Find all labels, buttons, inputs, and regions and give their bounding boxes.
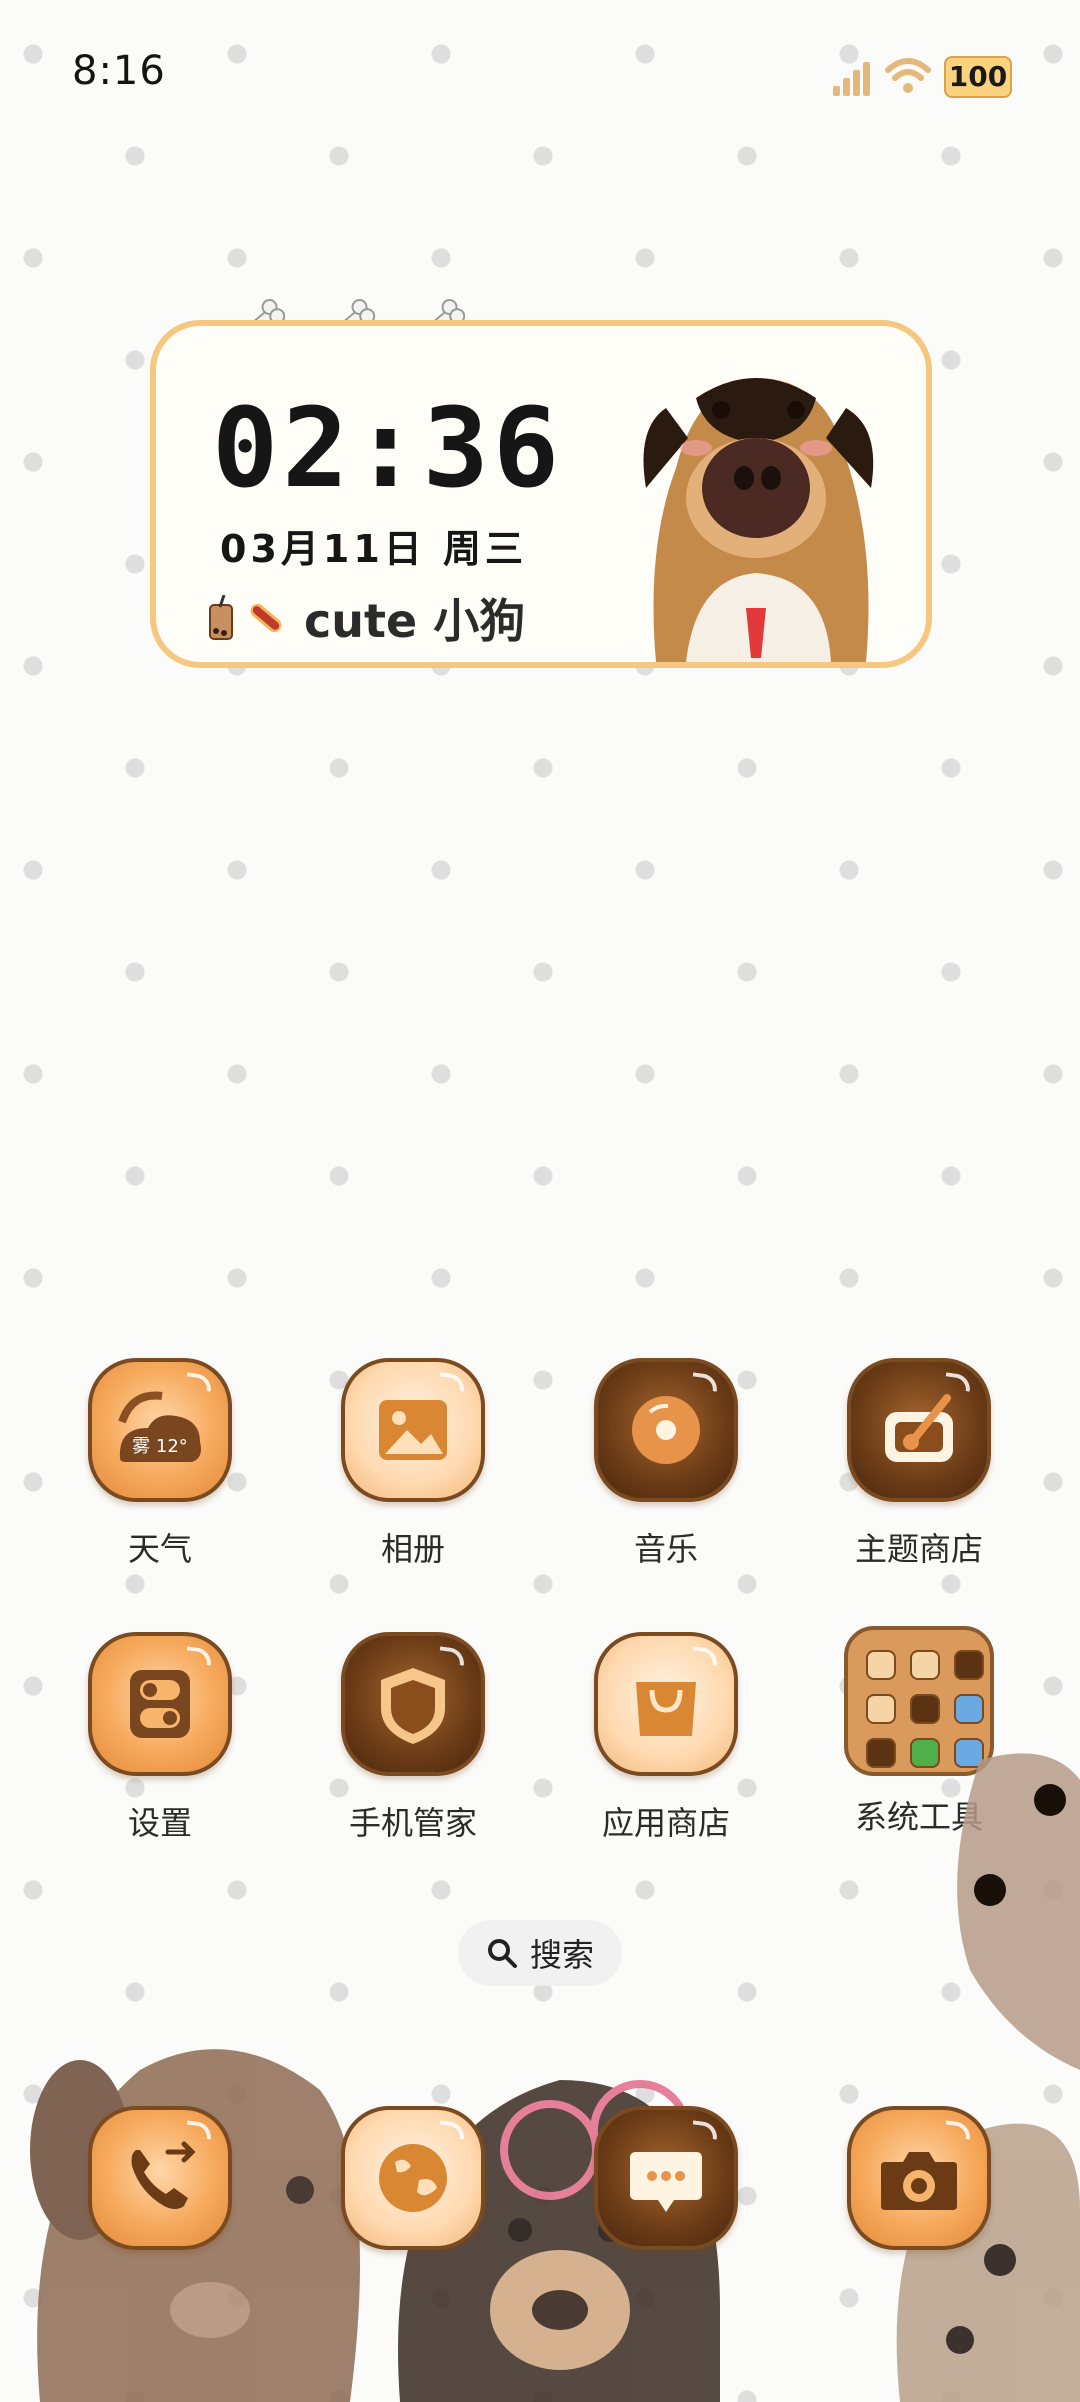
app-music[interactable]: 音乐 (566, 1358, 766, 1570)
app-label: 音乐 (633, 1530, 698, 1568)
browser-icon (379, 2144, 447, 2212)
bubble-tea-icon (209, 595, 233, 640)
camera-icon (881, 2152, 957, 2210)
dock-browser-button[interactable] (341, 2106, 485, 2250)
search-label: 搜索 (529, 1936, 594, 1974)
clock-widget[interactable]: 02:36 03月11日 周三 cute 小狗 (150, 320, 932, 668)
music-icon (594, 1358, 738, 1502)
wifi-icon (885, 58, 931, 93)
phone-icon (131, 2141, 196, 2209)
app-phone-manager[interactable]: 手机管家 (313, 1632, 513, 1844)
app-label: 天气 (127, 1530, 192, 1568)
widget-tag-text: cute 小狗 (304, 594, 526, 648)
app-label: 手机管家 (348, 1804, 477, 1842)
weather-text: 雾 12° (132, 1436, 188, 1457)
weather-icon: 雾 12° (88, 1358, 232, 1502)
folder-app-icon (910, 1738, 940, 1768)
dock-camera-button[interactable] (847, 2106, 991, 2250)
folder-app-icon (866, 1694, 896, 1724)
side-dog-photo (957, 1753, 1080, 2070)
app-label: 主题商店 (854, 1530, 983, 1568)
app-label: 应用商店 (601, 1804, 730, 1842)
app-label: 相册 (380, 1530, 445, 1568)
settings-toggle-icon (88, 1632, 232, 1776)
widget-tag: cute 小狗 (206, 588, 525, 648)
folder-app-icon (910, 1650, 940, 1680)
search-icon (487, 1939, 517, 1968)
battery-indicator: 100 (944, 56, 1012, 98)
app-label: 设置 (127, 1804, 192, 1842)
folder-app-icon (910, 1694, 940, 1724)
folder-app-icon (866, 1738, 896, 1768)
signal-icon (833, 60, 873, 96)
status-bar: 8:16 100 (0, 0, 1080, 150)
widget-date: 03月11日 周三 (220, 527, 527, 571)
messages-icon (630, 2152, 702, 2212)
folder-app-icon (954, 1650, 984, 1680)
dock-phone-button[interactable] (88, 2106, 232, 2250)
app-gallery[interactable]: 相册 (313, 1358, 513, 1570)
dog-photo (643, 378, 874, 662)
gallery-icon (341, 1358, 485, 1502)
status-time: 8:16 (72, 48, 166, 94)
widget-clock: 02:36 (212, 384, 564, 512)
app-theme-store[interactable]: 主题商店 (819, 1358, 1019, 1570)
theme-brush-icon (847, 1358, 991, 1502)
search-button[interactable]: 搜索 (458, 1920, 622, 1986)
app-settings[interactable]: 设置 (60, 1632, 260, 1844)
hotdog-icon (250, 603, 282, 633)
app-weather[interactable]: 雾 12° 天气 (60, 1358, 260, 1570)
shield-icon (341, 1632, 485, 1776)
folder-app-icon (954, 1694, 984, 1724)
dock-messages-button[interactable] (594, 2106, 738, 2250)
folder-app-icon (866, 1650, 896, 1680)
shopping-bag-icon (594, 1632, 738, 1776)
app-app-store[interactable]: 应用商店 (566, 1632, 766, 1844)
